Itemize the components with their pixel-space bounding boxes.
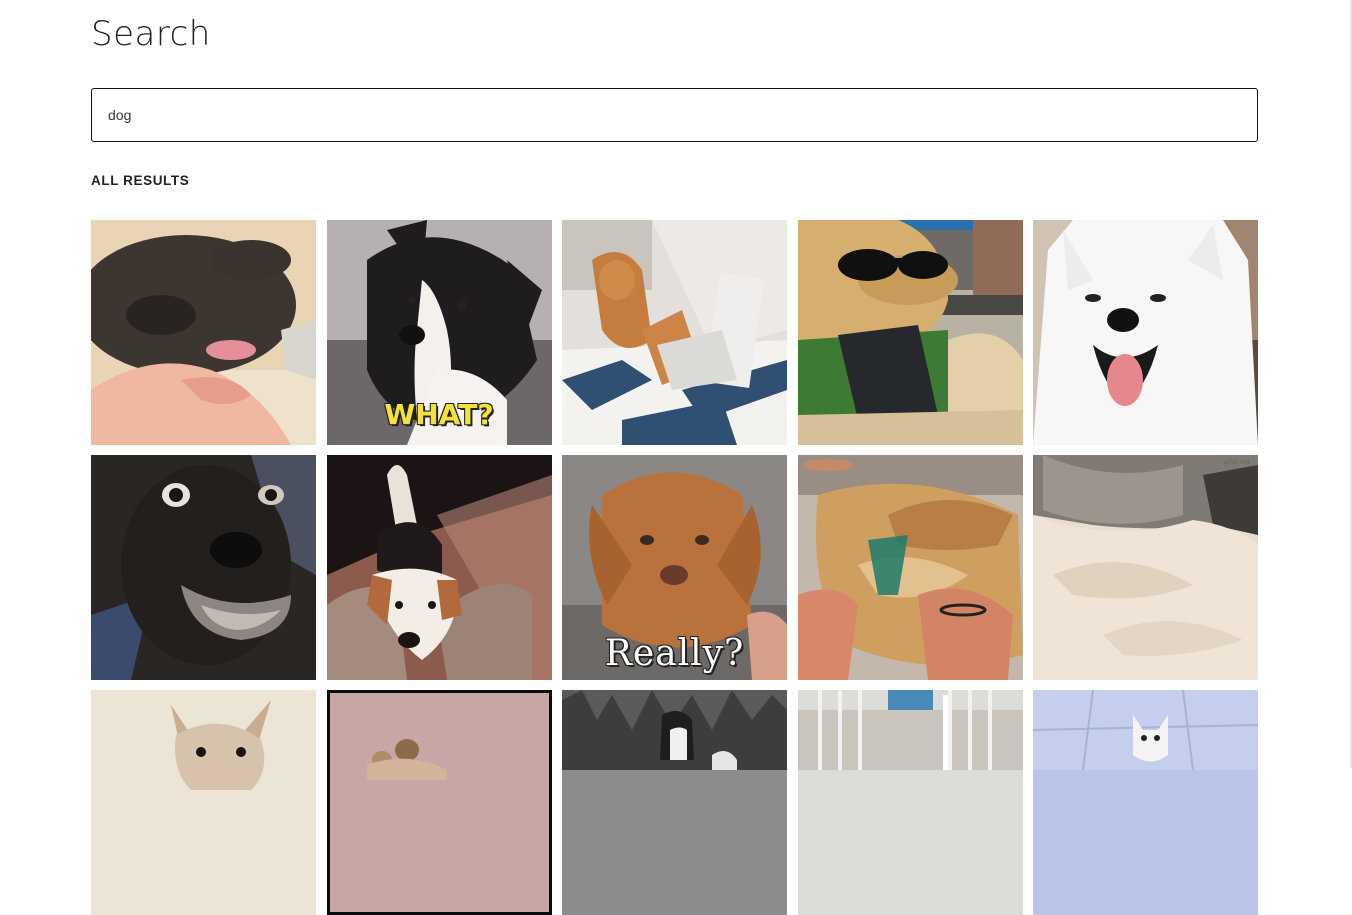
gif-result-dog-bw-forest[interactable]: [562, 690, 787, 915]
really-puppy-image: [562, 455, 787, 680]
gif-result-dog-belly-rub[interactable]: [797, 455, 1023, 680]
chihuahua-image: [91, 690, 316, 915]
gif-result-really-puppy[interactable]: Really?: [562, 455, 787, 680]
gif-result-beagle-couch[interactable]: [326, 455, 552, 680]
small-dogs-framed-image: [326, 690, 552, 915]
beagle-couch-image: [326, 455, 552, 680]
gif-result-fluffy-rug[interactable]: gifak.net: [1033, 455, 1258, 680]
belly-rub-image: [797, 455, 1023, 680]
gif-result-dog-gate[interactable]: [797, 690, 1023, 915]
dog-bw-forest-image: [562, 690, 787, 915]
white-dog-tiles-image: [1033, 690, 1258, 915]
samoyed-image: [1033, 220, 1258, 445]
gif-result-sleepy-black-dog[interactable]: [91, 220, 316, 445]
gif-result-white-dog-tiles[interactable]: [1033, 690, 1258, 915]
gif-result-startled-black-dog[interactable]: [91, 455, 316, 680]
gif-result-sunglasses-dog-car[interactable]: [797, 220, 1023, 445]
startled-black-dog-image: [91, 455, 316, 680]
gif-result-white-samoyed[interactable]: [1033, 220, 1258, 445]
search-input[interactable]: [91, 88, 1258, 142]
page-title: Search: [91, 14, 211, 54]
dog-gate-image: [797, 690, 1023, 915]
what-dog-image: [326, 220, 552, 445]
gif-result-chihuahua[interactable]: [91, 690, 316, 915]
gif-result-shiba-laptop[interactable]: [562, 220, 787, 445]
gif-result-what-dog[interactable]: WHAT?: [326, 220, 552, 445]
sleepy-black-dog-image: [91, 220, 316, 445]
results-heading: ALL RESULTS: [91, 173, 190, 188]
gif-result-small-dogs-framed[interactable]: [326, 690, 552, 915]
fluffy-rug-image: [1033, 455, 1258, 680]
results-grid: WHAT? Really? gifak.net: [91, 220, 1258, 915]
shiba-laptop-image: [562, 220, 787, 445]
sunglasses-dog-image: [797, 220, 1023, 445]
